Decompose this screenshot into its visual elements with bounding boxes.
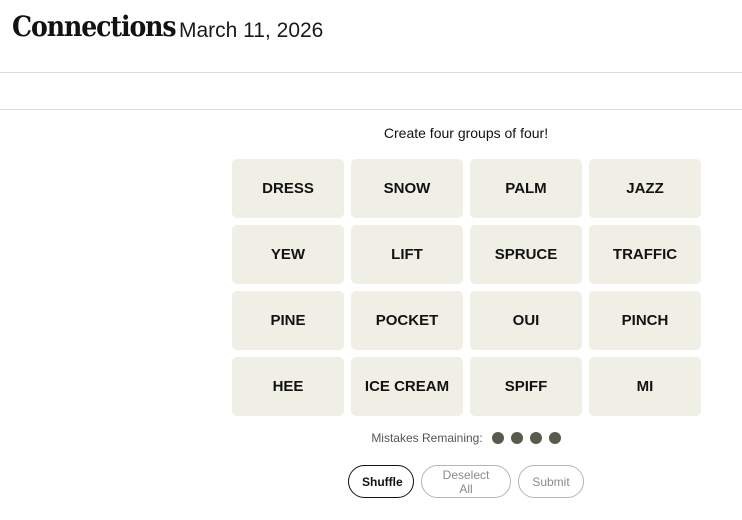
puzzle-date: March 11, 2026 — [179, 19, 324, 42]
word-tile[interactable]: MI — [589, 357, 701, 416]
word-tile[interactable]: TRAFFIC — [589, 225, 701, 284]
word-tile[interactable]: PINCH — [589, 291, 701, 350]
word-tile[interactable]: SNOW — [351, 159, 463, 218]
mistakes-label: Mistakes Remaining: — [371, 431, 483, 445]
submit-button[interactable]: Submit — [518, 465, 584, 498]
word-tile[interactable]: SPRUCE — [470, 225, 582, 284]
action-buttons: Shuffle Deselect All Submit — [232, 465, 700, 498]
shuffle-button[interactable]: Shuffle — [348, 465, 414, 498]
mistakes-remaining: Mistakes Remaining: — [232, 431, 700, 445]
page-header: Connections March 11, 2026 — [0, 0, 742, 73]
mistake-dot — [510, 432, 523, 444]
page-title: Connections — [12, 10, 177, 43]
mistake-dot — [491, 432, 504, 444]
mistake-dot — [529, 432, 542, 444]
word-tile[interactable]: POCKET — [351, 291, 463, 350]
word-tile[interactable]: YEW — [232, 225, 344, 284]
mistake-dot — [548, 432, 561, 444]
word-tile[interactable]: PINE — [232, 291, 344, 350]
word-tile[interactable]: SPIFF — [470, 357, 582, 416]
word-tile[interactable]: LIFT — [351, 225, 463, 284]
word-tile[interactable]: OUI — [470, 291, 582, 350]
toolbar-strip — [0, 73, 742, 110]
word-tile[interactable]: PALM — [470, 159, 582, 218]
word-tile[interactable]: DRESS — [232, 159, 344, 218]
word-tile[interactable]: ICE CREAM — [351, 357, 463, 416]
deselect-all-button[interactable]: Deselect All — [421, 465, 511, 498]
word-grid: DRESS SNOW PALM JAZZ YEW LIFT SPRUCE TRA… — [232, 159, 701, 416]
instructions-text: Create four groups of four! — [383, 125, 549, 141]
mistake-dots — [491, 432, 561, 444]
word-tile[interactable]: HEE — [232, 357, 344, 416]
word-tile[interactable]: JAZZ — [589, 159, 701, 218]
